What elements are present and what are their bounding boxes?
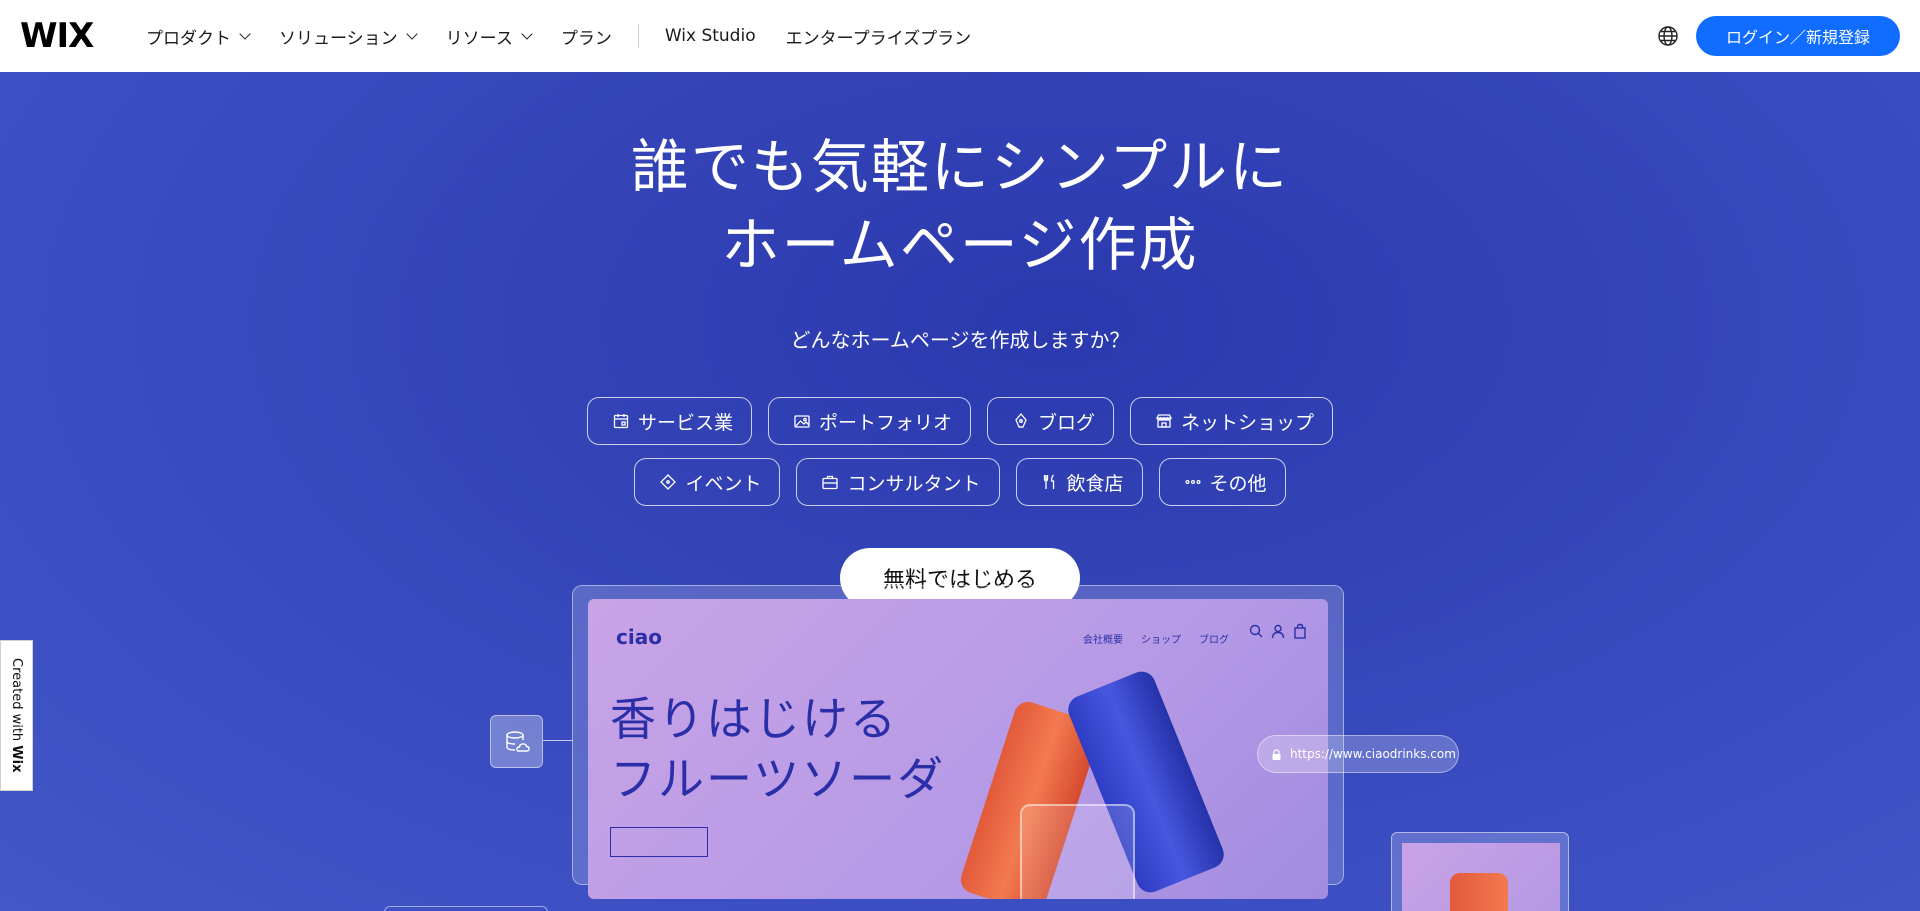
database-tile — [490, 715, 543, 768]
hero-title-line2: ホームページ作成 — [721, 211, 1199, 279]
preview-icons — [1248, 623, 1308, 639]
chip-blog[interactable]: ブログ — [987, 397, 1115, 445]
chevron-down-icon — [406, 28, 418, 40]
hero-subtitle: どんなホームページを作成しますか？ — [790, 328, 1130, 352]
preview-nav: 会社概要 ショップ ブログ — [1083, 631, 1229, 646]
glass — [1020, 804, 1135, 899]
chip-restaurant[interactable]: 飲食店 — [1015, 458, 1143, 506]
globe-icon[interactable] — [1656, 24, 1680, 48]
badge-brand: Wix — [9, 745, 24, 773]
preview-title-line2: フルーツソーダ — [610, 752, 946, 806]
created-with-wix-badge[interactable]: Created with Wix — [0, 640, 33, 791]
connector-line — [543, 740, 573, 741]
main-nav: プロダクト ソリューション リソース プラン Wix Studio エンタープラ… — [146, 0, 1001, 72]
chip-label: ポートフォリオ — [818, 411, 952, 434]
preview-nav-item: ショップ — [1141, 635, 1181, 646]
nav-item-enterprise[interactable]: エンタープライズプラン — [786, 24, 971, 49]
chip-portfolio[interactable]: ポートフォリオ — [767, 397, 971, 445]
site-preview: ciao 会社概要 ショップ ブログ 香りはじける フルーツソーダ — [588, 599, 1328, 899]
category-chips-row1: サービス業 ポートフォリオ ブログ ネットショップ — [0, 397, 1920, 445]
site-header: WIX プロダクト ソリューション リソース プラン Wix Studio エン… — [0, 0, 1920, 72]
nav-item-products[interactable]: プロダクト — [146, 24, 251, 49]
nav-item-plans[interactable]: プラン — [561, 24, 612, 49]
search-icon — [1249, 624, 1263, 638]
chip-online-shop[interactable]: ネットショップ — [1130, 397, 1334, 445]
url-text: https://www.ciaodrinks.com — [1290, 747, 1456, 761]
store-icon — [1155, 414, 1173, 428]
more-dots-icon — [1185, 479, 1201, 484]
cart-icon — [1294, 623, 1306, 639]
nav-item-label: エンタープライズプラン — [785, 28, 972, 49]
chip-label: コンサルタント — [847, 472, 981, 495]
nav-item-label: リソース — [445, 28, 513, 49]
chip-label: 飲食店 — [1066, 472, 1124, 495]
nav-divider — [637, 24, 639, 48]
preview-logo: ciao — [616, 625, 662, 649]
chip-label: イベント — [685, 472, 762, 495]
chevron-down-icon — [239, 28, 251, 40]
category-chips-row2: イベント コンサルタント 飲食店 その他 — [0, 458, 1920, 506]
nav-item-resources[interactable]: リソース — [445, 24, 533, 49]
bottom-preview-card — [384, 906, 548, 911]
chip-event[interactable]: イベント — [634, 458, 781, 506]
chip-other[interactable]: その他 — [1158, 458, 1286, 506]
url-pill: https://www.ciaodrinks.com — [1257, 735, 1459, 773]
calendar-icon — [613, 414, 629, 429]
nav-item-label: ソリューション — [279, 28, 398, 49]
preview-nav-item: 会社概要 — [1083, 635, 1123, 646]
mobile-soda-can — [1450, 873, 1508, 911]
mobile-preview-image — [1402, 843, 1560, 911]
preview-title: 香りはじける フルーツソーダ — [610, 689, 945, 809]
nav-item-solutions[interactable]: ソリューション — [279, 24, 418, 49]
preview-title-line1: 香りはじける — [610, 692, 898, 746]
nav-item-label: プロダクト — [146, 28, 231, 49]
preview-nav-item: ブログ — [1199, 635, 1229, 646]
chip-label: ブログ — [1038, 411, 1096, 434]
chip-label: その他 — [1209, 472, 1267, 495]
nav-item-label: Wix Studio — [664, 26, 756, 46]
preview-button — [610, 827, 708, 857]
lock-icon — [1272, 749, 1281, 760]
chip-label: ネットショップ — [1181, 411, 1315, 434]
cutlery-icon — [1043, 474, 1054, 489]
login-signup-button[interactable]: ログイン／新規登録 — [1696, 16, 1900, 56]
pen-nib-icon — [1015, 412, 1027, 428]
hero-title-line1: 誰でも気軽にシンプルに — [630, 133, 1290, 201]
chip-consultant[interactable]: コンサルタント — [796, 458, 1000, 506]
chip-label: サービス業 — [637, 411, 733, 434]
chevron-down-icon — [521, 28, 533, 40]
wix-logo[interactable]: WIX — [20, 16, 94, 56]
chip-service[interactable]: サービス業 — [586, 397, 752, 445]
nav-item-wix-studio[interactable]: Wix Studio — [665, 26, 756, 46]
badge-prefix: Created with — [9, 658, 24, 746]
badge-text: Created with Wix — [9, 658, 24, 772]
database-cloud-icon — [505, 730, 530, 752]
nav-item-label: プラン — [560, 28, 612, 49]
user-icon — [1271, 624, 1285, 639]
hero-title: 誰でも気軽にシンプルに ホームページ作成 — [0, 128, 1920, 284]
briefcase-icon — [822, 475, 839, 490]
ticket-icon — [660, 474, 677, 490]
image-icon — [794, 415, 810, 428]
